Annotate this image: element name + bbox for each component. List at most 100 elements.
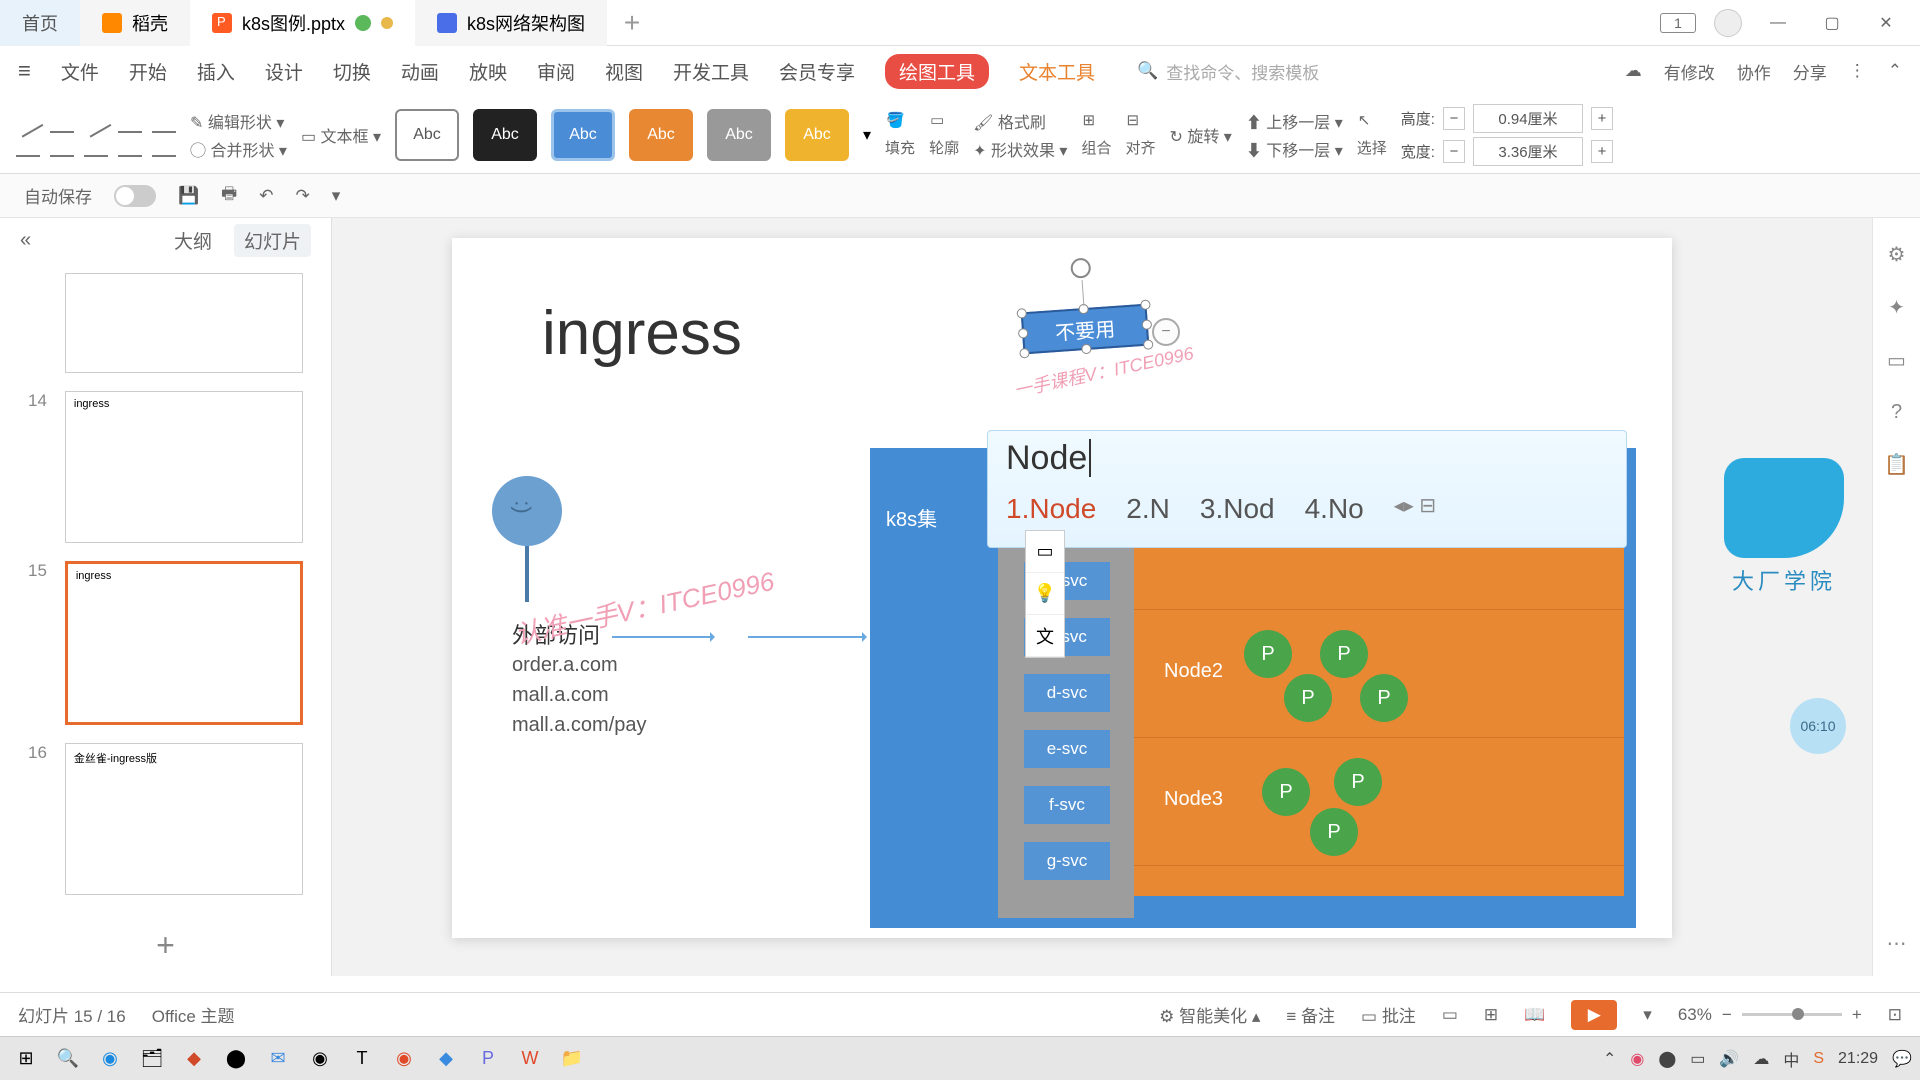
share[interactable]: 分享: [1793, 59, 1827, 84]
comment-icon[interactable]: ▭: [1887, 348, 1906, 373]
notes-button[interactable]: ≡ 备注: [1286, 1002, 1335, 1027]
menu-review[interactable]: 审阅: [537, 58, 575, 85]
search-box[interactable]: 🔍查找命令、搜索模板: [1137, 59, 1595, 84]
ime-candidate[interactable]: 4.No: [1305, 493, 1364, 525]
pod[interactable]: P: [1360, 674, 1408, 722]
ctx-idea-icon[interactable]: 💡: [1026, 573, 1064, 615]
bring-forward-dropdown[interactable]: ⬆ 上移一层 ▾: [1246, 109, 1343, 133]
thumb-14[interactable]: ingress: [65, 391, 303, 543]
menu-dev[interactable]: 开发工具: [673, 58, 749, 85]
notifications-icon[interactable]: 💬: [1892, 1049, 1912, 1069]
mail-icon[interactable]: ✉: [260, 1041, 296, 1077]
ctx-outline-icon[interactable]: ▭: [1026, 531, 1064, 573]
hamburger-icon[interactable]: ≡: [18, 58, 31, 84]
sparkle-icon[interactable]: ✦: [1888, 295, 1905, 320]
style-swatch-4[interactable]: Abc: [629, 109, 693, 161]
collapse-ribbon-icon[interactable]: ⌃: [1888, 61, 1902, 81]
fit-icon[interactable]: ⊡: [1888, 1005, 1902, 1025]
explorer-icon[interactable]: 🗂: [134, 1041, 170, 1077]
menu-insert[interactable]: 插入: [197, 58, 235, 85]
tray-chevron-icon[interactable]: ⌃: [1603, 1049, 1616, 1069]
width-value[interactable]: 3.36厘米: [1473, 137, 1583, 166]
add-slide-button[interactable]: +: [28, 913, 303, 976]
ime-candidates[interactable]: 1.Node 2.N 3.Nod 4.No ◂▸ ⊟: [1006, 493, 1436, 525]
menu-file[interactable]: 文件: [61, 58, 99, 85]
slideshow-button[interactable]: ▶: [1571, 1000, 1617, 1030]
reading-view-icon[interactable]: 📖: [1524, 1005, 1545, 1025]
window-count[interactable]: 1: [1660, 13, 1696, 33]
autosave-toggle[interactable]: [114, 185, 156, 207]
fill-dropdown[interactable]: 🪣填充: [885, 111, 915, 158]
edge-icon[interactable]: ◉: [92, 1041, 128, 1077]
undo-icon[interactable]: ↶: [259, 186, 273, 206]
ime-candidate[interactable]: 1.Node: [1006, 493, 1096, 525]
pod[interactable]: P: [1310, 808, 1358, 856]
width-plus[interactable]: +: [1591, 140, 1613, 163]
thumbnails[interactable]: 14ingress 15ingress 16金丝雀-ingress版 +: [0, 263, 331, 976]
comments-button[interactable]: ▭ 批注: [1361, 1002, 1416, 1027]
zoom-slider[interactable]: [1742, 1013, 1842, 1016]
menu-slideshow[interactable]: 放映: [469, 58, 507, 85]
zoom-in-button[interactable]: +: [1852, 1005, 1862, 1025]
smart-beautify[interactable]: ⚙ 智能美化 ▴: [1159, 1002, 1260, 1027]
shape-effects-dropdown[interactable]: ✦ 形状效果 ▾: [973, 137, 1067, 161]
tab-web[interactable]: k8s网络架构图: [415, 0, 607, 46]
maximize-button[interactable]: ▢: [1814, 13, 1850, 33]
resize-handle[interactable]: [1018, 328, 1029, 339]
slide-canvas[interactable]: ingress 外部访问 order.a.com mall.a.com mall…: [332, 218, 1920, 976]
p-icon[interactable]: P: [470, 1041, 506, 1077]
collab[interactable]: 协作: [1737, 59, 1771, 84]
svc-f[interactable]: f-svc: [1024, 786, 1110, 824]
rotate-handle[interactable]: [1070, 257, 1091, 278]
sorter-view-icon[interactable]: ⊞: [1484, 1005, 1498, 1025]
close-button[interactable]: ✕: [1868, 13, 1904, 33]
textbox-dropdown[interactable]: ▭ 文本框 ▾: [301, 123, 381, 147]
pod[interactable]: P: [1262, 768, 1310, 816]
pod[interactable]: P: [1244, 630, 1292, 678]
thumb-13[interactable]: [65, 273, 303, 373]
slide-title[interactable]: ingress: [542, 298, 742, 369]
tab-daoke[interactable]: 稻壳: [80, 0, 190, 46]
menu-design[interactable]: 设计: [265, 58, 303, 85]
menu-start[interactable]: 开始: [129, 58, 167, 85]
redo-icon[interactable]: ↷: [295, 186, 309, 206]
arrow-shape[interactable]: [748, 636, 864, 638]
smile-shape[interactable]: [492, 476, 562, 546]
curve-icon[interactable]: [118, 137, 142, 157]
folder-icon[interactable]: 📁: [554, 1041, 590, 1077]
new-tab-button[interactable]: +: [607, 7, 657, 39]
curve-icon[interactable]: [84, 137, 108, 157]
svc-e[interactable]: e-svc: [1024, 730, 1110, 768]
curve-icon[interactable]: [16, 137, 40, 157]
styles-more-icon[interactable]: ▾: [863, 125, 871, 145]
urls-text[interactable]: order.a.com mall.a.com mall.a.com/pay: [512, 650, 647, 740]
thumb-16[interactable]: 金丝雀-ingress版: [65, 743, 303, 895]
search-icon[interactable]: 🔍: [50, 1041, 86, 1077]
send-backward-dropdown[interactable]: ⬇ 下移一层 ▾: [1246, 137, 1343, 161]
select-dropdown[interactable]: ↖选择: [1357, 111, 1387, 158]
slides-tab[interactable]: 幻灯片: [234, 224, 311, 257]
todo-icon[interactable]: ◉: [386, 1041, 422, 1077]
ime-indicator[interactable]: 中: [1783, 1047, 1799, 1071]
tray-icon[interactable]: ◉: [1630, 1049, 1644, 1069]
line-icon[interactable]: [81, 108, 112, 137]
normal-view-icon[interactable]: ▭: [1442, 1005, 1458, 1025]
svc-g[interactable]: g-svc: [1024, 842, 1110, 880]
style-swatch-6[interactable]: Abc: [785, 109, 849, 161]
pod[interactable]: P: [1320, 630, 1368, 678]
height-minus[interactable]: −: [1443, 107, 1465, 130]
line-icon[interactable]: [13, 108, 44, 137]
text-icon[interactable]: T: [344, 1041, 380, 1077]
help-icon[interactable]: ?: [1891, 401, 1902, 424]
pod[interactable]: P: [1284, 674, 1332, 722]
tray-icon[interactable]: ⬤: [1658, 1049, 1676, 1069]
tray-icon[interactable]: ☁: [1753, 1049, 1769, 1069]
style-swatch-1[interactable]: Abc: [395, 109, 459, 161]
group-dropdown[interactable]: ⊞组合: [1081, 111, 1111, 158]
style-swatch-3[interactable]: Abc: [551, 109, 615, 161]
start-button[interactable]: ⊞: [8, 1041, 44, 1077]
rotate-dropdown[interactable]: ↻ 旋转 ▾: [1169, 123, 1231, 147]
more-dots-icon[interactable]: ⋯: [1887, 931, 1907, 956]
volume-icon[interactable]: 🔊: [1719, 1049, 1739, 1069]
width-minus[interactable]: −: [1443, 140, 1465, 163]
